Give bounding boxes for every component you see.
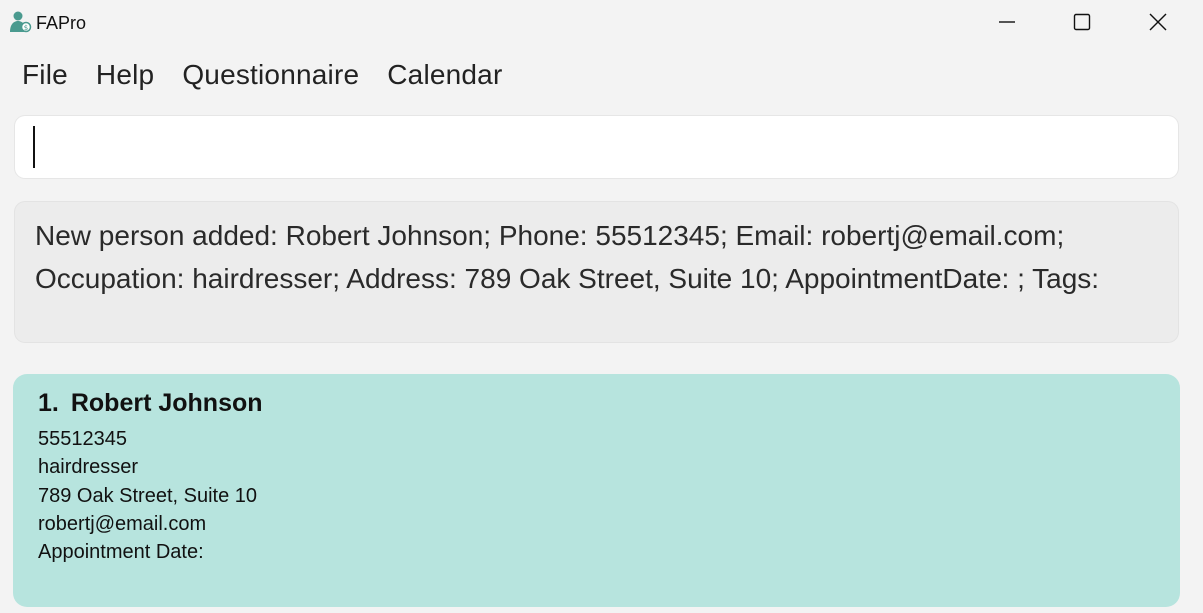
app-logo-icon: $ [8, 10, 32, 34]
person-email: robertj@email.com [38, 512, 207, 535]
menu-help[interactable]: Help [82, 52, 168, 98]
command-input[interactable] [15, 116, 1178, 178]
minimize-button[interactable] [972, 0, 1042, 44]
title-bar: $ FAPro [0, 0, 1203, 44]
result-message: New person added: Robert Johnson; Phone:… [35, 220, 1100, 294]
person-occupation: hairdresser [38, 456, 139, 479]
person-details: 55512345 hairdresser 789 Oak Street, Sui… [38, 425, 257, 566]
person-phone: 55512345 [38, 428, 127, 450]
menu-file[interactable]: File [8, 52, 82, 98]
menu-questionnaire[interactable]: Questionnaire [168, 52, 373, 98]
person-index: 1. [38, 389, 59, 417]
menu-calendar[interactable]: Calendar [373, 52, 516, 98]
person-card-header: 1. Robert Johnson [38, 388, 263, 418]
person-address: 789 Oak Street, Suite 10 [38, 484, 258, 507]
minimize-icon [998, 13, 1016, 31]
result-display: New person added: Robert Johnson; Phone:… [15, 202, 1178, 342]
window-title: FAPro [36, 13, 87, 33]
menu-bar: File Help Questionnaire Calendar [8, 52, 516, 98]
close-icon [1149, 13, 1167, 31]
person-appointment: Appointment Date: [38, 541, 204, 564]
maximize-button[interactable] [1047, 0, 1117, 44]
svg-text:$: $ [24, 24, 28, 32]
close-button[interactable] [1123, 0, 1193, 44]
maximize-icon [1073, 13, 1091, 31]
person-card[interactable]: 1. Robert Johnson 55512345 hairdresser 78… [13, 374, 1180, 607]
text-cursor [33, 126, 35, 168]
person-name: Robert Johnson [70, 389, 263, 417]
